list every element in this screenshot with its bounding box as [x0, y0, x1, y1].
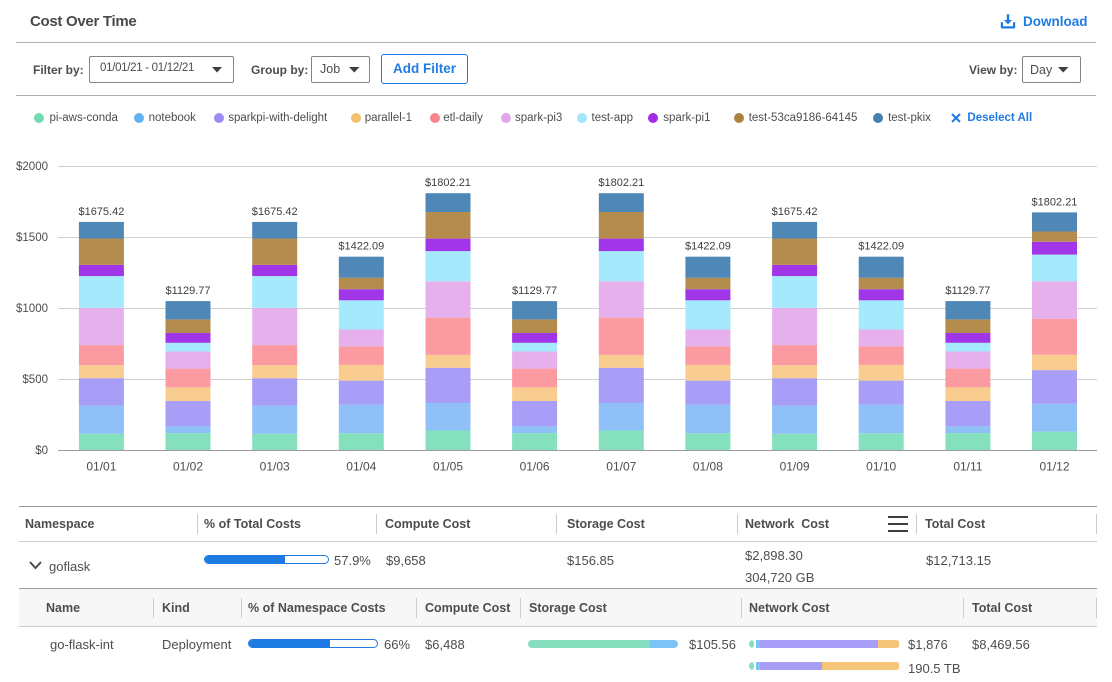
svg-text:$1422.09: $1422.09 [685, 241, 731, 253]
svg-text:$1675.42: $1675.42 [772, 206, 818, 218]
svg-text:01/05: 01/05 [433, 460, 463, 474]
svg-text:01/02: 01/02 [173, 460, 203, 474]
svg-text:$1129.77: $1129.77 [165, 285, 210, 297]
svg-text:01/07: 01/07 [606, 460, 636, 474]
svg-text:01/12: 01/12 [1039, 460, 1069, 474]
svg-text:01/06: 01/06 [520, 460, 550, 474]
svg-text:$0: $0 [35, 445, 48, 457]
svg-text:$1422.09: $1422.09 [338, 241, 384, 253]
svg-text:01/11: 01/11 [953, 460, 982, 474]
svg-text:01/09: 01/09 [780, 460, 810, 474]
svg-text:$1129.77: $1129.77 [945, 285, 990, 297]
svg-text:$500: $500 [22, 374, 48, 386]
svg-text:$1129.77: $1129.77 [512, 285, 557, 297]
svg-text:$1500: $1500 [16, 232, 48, 244]
svg-text:01/04: 01/04 [346, 460, 376, 474]
svg-text:$1802.21: $1802.21 [425, 177, 471, 189]
svg-text:$1802.21: $1802.21 [1032, 196, 1078, 208]
svg-text:$1422.09: $1422.09 [858, 241, 904, 253]
svg-text:$2000: $2000 [16, 161, 48, 173]
svg-text:$1675.42: $1675.42 [252, 206, 298, 218]
svg-text:$1802.21: $1802.21 [598, 177, 644, 189]
svg-text:01/10: 01/10 [866, 460, 896, 474]
svg-text:$1000: $1000 [16, 303, 48, 315]
svg-text:01/01: 01/01 [86, 460, 116, 474]
svg-text:01/08: 01/08 [693, 460, 723, 474]
svg-text:01/03: 01/03 [260, 460, 290, 474]
svg-text:$1675.42: $1675.42 [78, 206, 124, 218]
